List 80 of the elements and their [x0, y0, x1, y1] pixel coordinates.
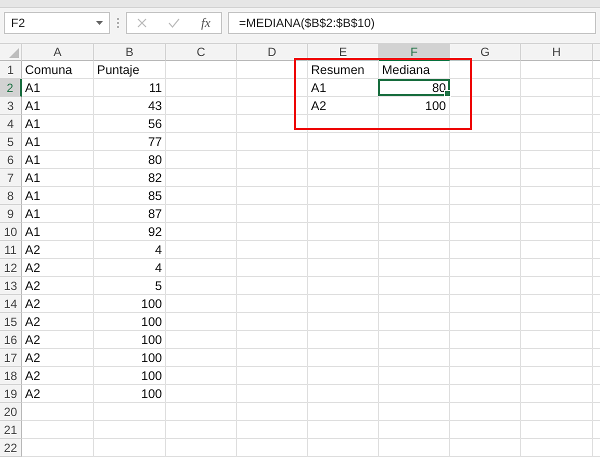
- check-icon[interactable]: [168, 18, 180, 28]
- row-header[interactable]: 8: [0, 187, 22, 205]
- column-header[interactable]: A: [22, 44, 94, 61]
- row-header[interactable]: 13: [0, 277, 22, 295]
- select-all-icon[interactable]: [9, 48, 19, 58]
- table-cell[interactable]: 100: [93, 331, 166, 348]
- table-cell[interactable]: A2: [21, 277, 94, 294]
- table-cell[interactable]: A2: [21, 241, 94, 258]
- row-header[interactable]: 16: [0, 331, 22, 349]
- row-header[interactable]: 12: [0, 259, 22, 277]
- table-cell[interactable]: 100: [93, 295, 166, 312]
- row-header[interactable]: 22: [0, 439, 22, 457]
- dropdown-caret-icon[interactable]: [96, 20, 103, 24]
- row-header[interactable]: 7: [0, 169, 22, 187]
- table-cell[interactable]: 82: [93, 169, 166, 186]
- row-header[interactable]: 21: [0, 421, 22, 439]
- row-header[interactable]: 5: [0, 133, 22, 151]
- table-cell[interactable]: A1: [21, 115, 94, 132]
- table-cell[interactable]: A1: [21, 205, 94, 222]
- row-header[interactable]: 15: [0, 313, 22, 331]
- table-cell[interactable]: Resumen: [307, 61, 379, 78]
- table-cell[interactable]: A1: [21, 169, 94, 186]
- table-cell[interactable]: A1: [21, 187, 94, 204]
- row-header[interactable]: 9: [0, 205, 22, 223]
- table-cell[interactable]: Puntaje: [93, 61, 166, 78]
- table-cell[interactable]: A2: [21, 349, 94, 366]
- table-cell[interactable]: 100: [93, 367, 166, 384]
- row-header[interactable]: 3: [0, 97, 22, 115]
- table-cell[interactable]: 4: [93, 241, 166, 258]
- table-cell[interactable]: 4: [93, 259, 166, 276]
- row-header[interactable]: 18: [0, 367, 22, 385]
- table-cell[interactable]: 77: [93, 133, 166, 150]
- table-cell[interactable]: Comuna: [21, 61, 94, 78]
- row-header[interactable]: 11: [0, 241, 22, 259]
- table-cell[interactable]: A1: [21, 151, 94, 168]
- insert-function-button[interactable]: fx: [201, 14, 211, 30]
- column-header[interactable]: H: [521, 44, 593, 61]
- table-cell[interactable]: A1: [21, 223, 94, 240]
- table-cell[interactable]: Mediana: [378, 61, 450, 78]
- cancel-icon[interactable]: [137, 18, 148, 28]
- table-cell[interactable]: A2: [21, 385, 94, 402]
- row-header[interactable]: 1: [0, 61, 22, 79]
- table-cell[interactable]: 87: [93, 205, 166, 222]
- table-cell[interactable]: 11: [93, 79, 166, 96]
- formula-field[interactable]: =MEDIANA($B$2:$B$10): [228, 12, 596, 34]
- table-cell[interactable]: 80: [93, 151, 166, 168]
- table-cell[interactable]: A1: [307, 79, 379, 96]
- table-cell[interactable]: A2: [21, 367, 94, 384]
- table-cell[interactable]: 100: [93, 313, 166, 330]
- row-header[interactable]: 17: [0, 349, 22, 367]
- row-header[interactable]: 20: [0, 403, 22, 421]
- row-header[interactable]: 6: [0, 151, 22, 169]
- column-header[interactable]: D: [237, 44, 308, 61]
- table-cell[interactable]: A2: [21, 259, 94, 276]
- table-cell[interactable]: A2: [21, 295, 94, 312]
- table-cell[interactable]: 100: [378, 97, 450, 114]
- table-cell[interactable]: 43: [93, 97, 166, 114]
- table-cell[interactable]: 100: [93, 385, 166, 402]
- table-cell[interactable]: 5: [93, 277, 166, 294]
- table-cell[interactable]: A2: [21, 331, 94, 348]
- column-header[interactable]: B: [94, 44, 166, 61]
- row-header[interactable]: 4: [0, 115, 22, 133]
- table-cell[interactable]: 100: [93, 349, 166, 366]
- table-cell[interactable]: A1: [21, 79, 94, 96]
- table-cell[interactable]: 92: [93, 223, 166, 240]
- table-cell[interactable]: 85: [93, 187, 166, 204]
- table-cell[interactable]: 56: [93, 115, 166, 132]
- table-cell[interactable]: A2: [21, 313, 94, 330]
- table-cell[interactable]: 80: [378, 79, 450, 96]
- column-header[interactable]: C: [166, 44, 237, 61]
- table-cell[interactable]: A1: [21, 97, 94, 114]
- column-header[interactable]: G: [450, 44, 521, 61]
- table-cell[interactable]: A2: [307, 97, 379, 114]
- grip-icon: [116, 16, 120, 28]
- table-cell[interactable]: A1: [21, 133, 94, 150]
- name-box[interactable]: F2: [4, 12, 110, 34]
- row-header[interactable]: 2: [0, 79, 22, 97]
- row-header[interactable]: 14: [0, 295, 22, 313]
- row-header[interactable]: 10: [0, 223, 22, 241]
- row-header[interactable]: 19: [0, 385, 22, 403]
